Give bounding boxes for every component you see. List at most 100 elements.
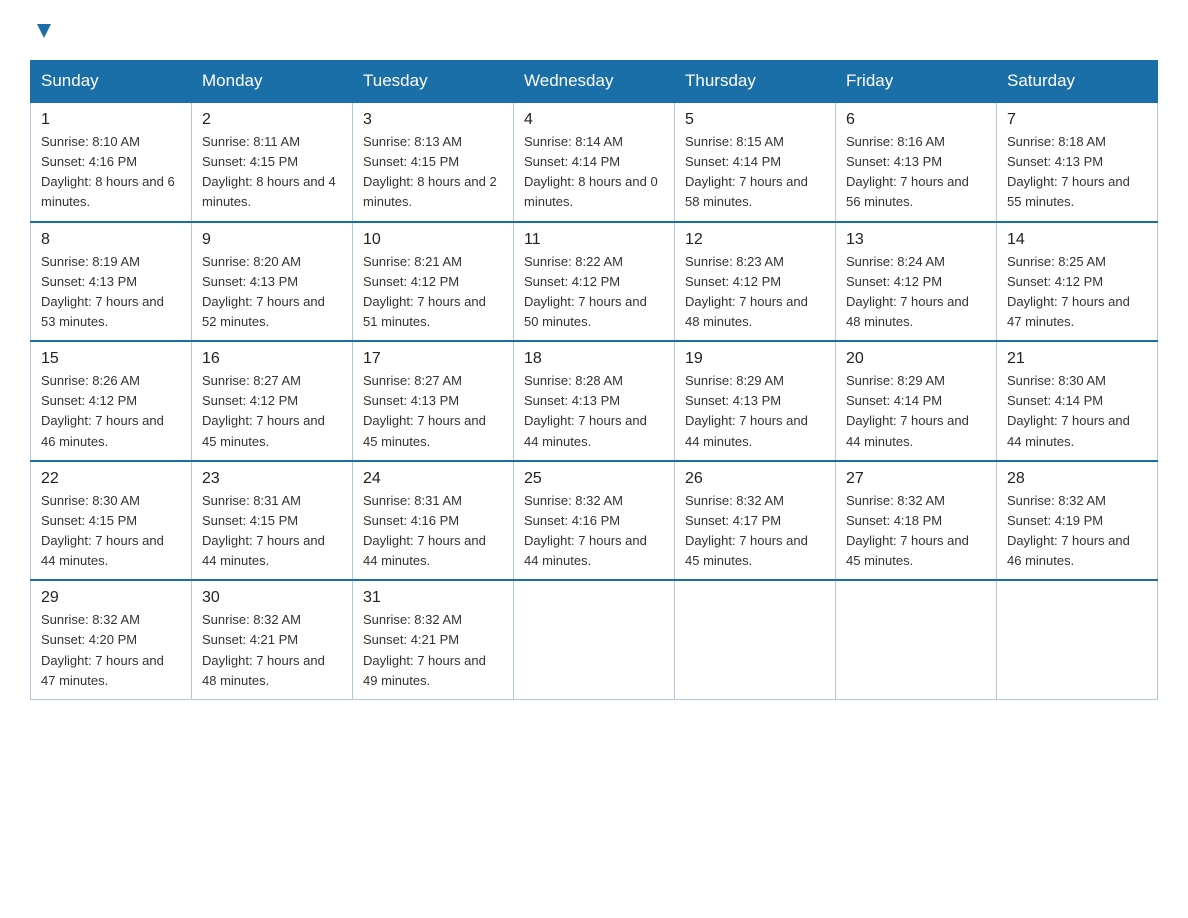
day-info: Sunrise: 8:22 AMSunset: 4:12 PMDaylight:… [524,254,647,329]
calendar-cell: 16 Sunrise: 8:27 AMSunset: 4:12 PMDaylig… [192,341,353,461]
day-info: Sunrise: 8:29 AMSunset: 4:13 PMDaylight:… [685,373,808,448]
header-tuesday: Tuesday [353,61,514,103]
day-number: 23 [202,470,342,488]
day-info: Sunrise: 8:28 AMSunset: 4:13 PMDaylight:… [524,373,647,448]
day-number: 9 [202,231,342,249]
day-info: Sunrise: 8:32 AMSunset: 4:20 PMDaylight:… [41,612,164,687]
header-friday: Friday [836,61,997,103]
day-info: Sunrise: 8:29 AMSunset: 4:14 PMDaylight:… [846,373,969,448]
calendar-cell [836,580,997,699]
calendar-cell: 17 Sunrise: 8:27 AMSunset: 4:13 PMDaylig… [353,341,514,461]
day-number: 5 [685,111,825,129]
day-info: Sunrise: 8:32 AMSunset: 4:16 PMDaylight:… [524,493,647,568]
calendar-cell: 18 Sunrise: 8:28 AMSunset: 4:13 PMDaylig… [514,341,675,461]
calendar-cell [514,580,675,699]
day-info: Sunrise: 8:15 AMSunset: 4:14 PMDaylight:… [685,134,808,209]
calendar-cell: 25 Sunrise: 8:32 AMSunset: 4:16 PMDaylig… [514,461,675,581]
day-info: Sunrise: 8:32 AMSunset: 4:21 PMDaylight:… [202,612,325,687]
day-info: Sunrise: 8:23 AMSunset: 4:12 PMDaylight:… [685,254,808,329]
header-sunday: Sunday [31,61,192,103]
calendar-cell: 31 Sunrise: 8:32 AMSunset: 4:21 PMDaylig… [353,580,514,699]
day-number: 4 [524,111,664,129]
day-number: 13 [846,231,986,249]
calendar-cell: 13 Sunrise: 8:24 AMSunset: 4:12 PMDaylig… [836,222,997,342]
day-info: Sunrise: 8:30 AMSunset: 4:14 PMDaylight:… [1007,373,1130,448]
day-number: 11 [524,231,664,249]
day-info: Sunrise: 8:14 AMSunset: 4:14 PMDaylight:… [524,134,658,209]
day-info: Sunrise: 8:31 AMSunset: 4:16 PMDaylight:… [363,493,486,568]
calendar-cell: 10 Sunrise: 8:21 AMSunset: 4:12 PMDaylig… [353,222,514,342]
header-thursday: Thursday [675,61,836,103]
day-info: Sunrise: 8:27 AMSunset: 4:13 PMDaylight:… [363,373,486,448]
day-number: 15 [41,350,181,368]
day-number: 1 [41,111,181,129]
day-info: Sunrise: 8:26 AMSunset: 4:12 PMDaylight:… [41,373,164,448]
week-row-2: 8 Sunrise: 8:19 AMSunset: 4:13 PMDayligh… [31,222,1158,342]
calendar-cell: 6 Sunrise: 8:16 AMSunset: 4:13 PMDayligh… [836,102,997,222]
calendar-cell: 23 Sunrise: 8:31 AMSunset: 4:15 PMDaylig… [192,461,353,581]
calendar-cell: 9 Sunrise: 8:20 AMSunset: 4:13 PMDayligh… [192,222,353,342]
calendar-cell: 27 Sunrise: 8:32 AMSunset: 4:18 PMDaylig… [836,461,997,581]
day-info: Sunrise: 8:30 AMSunset: 4:15 PMDaylight:… [41,493,164,568]
week-row-3: 15 Sunrise: 8:26 AMSunset: 4:12 PMDaylig… [31,341,1158,461]
day-info: Sunrise: 8:32 AMSunset: 4:19 PMDaylight:… [1007,493,1130,568]
calendar-cell: 2 Sunrise: 8:11 AMSunset: 4:15 PMDayligh… [192,102,353,222]
calendar-cell: 14 Sunrise: 8:25 AMSunset: 4:12 PMDaylig… [997,222,1158,342]
day-info: Sunrise: 8:13 AMSunset: 4:15 PMDaylight:… [363,134,497,209]
day-number: 17 [363,350,503,368]
day-number: 16 [202,350,342,368]
week-row-1: 1 Sunrise: 8:10 AMSunset: 4:16 PMDayligh… [31,102,1158,222]
calendar-table: Sunday Monday Tuesday Wednesday Thursday… [30,60,1158,700]
day-info: Sunrise: 8:25 AMSunset: 4:12 PMDaylight:… [1007,254,1130,329]
calendar-cell: 5 Sunrise: 8:15 AMSunset: 4:14 PMDayligh… [675,102,836,222]
day-info: Sunrise: 8:21 AMSunset: 4:12 PMDaylight:… [363,254,486,329]
day-info: Sunrise: 8:32 AMSunset: 4:21 PMDaylight:… [363,612,486,687]
day-number: 6 [846,111,986,129]
calendar-cell: 11 Sunrise: 8:22 AMSunset: 4:12 PMDaylig… [514,222,675,342]
calendar-cell: 3 Sunrise: 8:13 AMSunset: 4:15 PMDayligh… [353,102,514,222]
day-info: Sunrise: 8:11 AMSunset: 4:15 PMDaylight:… [202,134,336,209]
header-saturday: Saturday [997,61,1158,103]
day-info: Sunrise: 8:32 AMSunset: 4:18 PMDaylight:… [846,493,969,568]
day-number: 10 [363,231,503,249]
calendar-cell: 24 Sunrise: 8:31 AMSunset: 4:16 PMDaylig… [353,461,514,581]
calendar-cell: 26 Sunrise: 8:32 AMSunset: 4:17 PMDaylig… [675,461,836,581]
calendar-cell: 28 Sunrise: 8:32 AMSunset: 4:19 PMDaylig… [997,461,1158,581]
header-wednesday: Wednesday [514,61,675,103]
day-number: 26 [685,470,825,488]
week-row-5: 29 Sunrise: 8:32 AMSunset: 4:20 PMDaylig… [31,580,1158,699]
day-number: 12 [685,231,825,249]
calendar-cell: 30 Sunrise: 8:32 AMSunset: 4:21 PMDaylig… [192,580,353,699]
day-number: 24 [363,470,503,488]
day-number: 29 [41,589,181,607]
day-number: 22 [41,470,181,488]
day-number: 14 [1007,231,1147,249]
calendar-cell: 22 Sunrise: 8:30 AMSunset: 4:15 PMDaylig… [31,461,192,581]
day-number: 7 [1007,111,1147,129]
week-row-4: 22 Sunrise: 8:30 AMSunset: 4:15 PMDaylig… [31,461,1158,581]
day-number: 30 [202,589,342,607]
calendar-cell: 8 Sunrise: 8:19 AMSunset: 4:13 PMDayligh… [31,222,192,342]
day-number: 31 [363,589,503,607]
day-info: Sunrise: 8:27 AMSunset: 4:12 PMDaylight:… [202,373,325,448]
day-info: Sunrise: 8:31 AMSunset: 4:15 PMDaylight:… [202,493,325,568]
day-number: 27 [846,470,986,488]
day-info: Sunrise: 8:24 AMSunset: 4:12 PMDaylight:… [846,254,969,329]
weekday-header-row: Sunday Monday Tuesday Wednesday Thursday… [31,61,1158,103]
day-number: 21 [1007,350,1147,368]
calendar-cell [997,580,1158,699]
day-number: 8 [41,231,181,249]
calendar-cell: 1 Sunrise: 8:10 AMSunset: 4:16 PMDayligh… [31,102,192,222]
day-info: Sunrise: 8:20 AMSunset: 4:13 PMDaylight:… [202,254,325,329]
day-info: Sunrise: 8:16 AMSunset: 4:13 PMDaylight:… [846,134,969,209]
day-info: Sunrise: 8:32 AMSunset: 4:17 PMDaylight:… [685,493,808,568]
day-number: 2 [202,111,342,129]
calendar-cell: 21 Sunrise: 8:30 AMSunset: 4:14 PMDaylig… [997,341,1158,461]
day-number: 28 [1007,470,1147,488]
calendar-cell: 20 Sunrise: 8:29 AMSunset: 4:14 PMDaylig… [836,341,997,461]
calendar-cell: 19 Sunrise: 8:29 AMSunset: 4:13 PMDaylig… [675,341,836,461]
calendar-cell: 4 Sunrise: 8:14 AMSunset: 4:14 PMDayligh… [514,102,675,222]
day-number: 3 [363,111,503,129]
day-number: 18 [524,350,664,368]
calendar-cell: 12 Sunrise: 8:23 AMSunset: 4:12 PMDaylig… [675,222,836,342]
